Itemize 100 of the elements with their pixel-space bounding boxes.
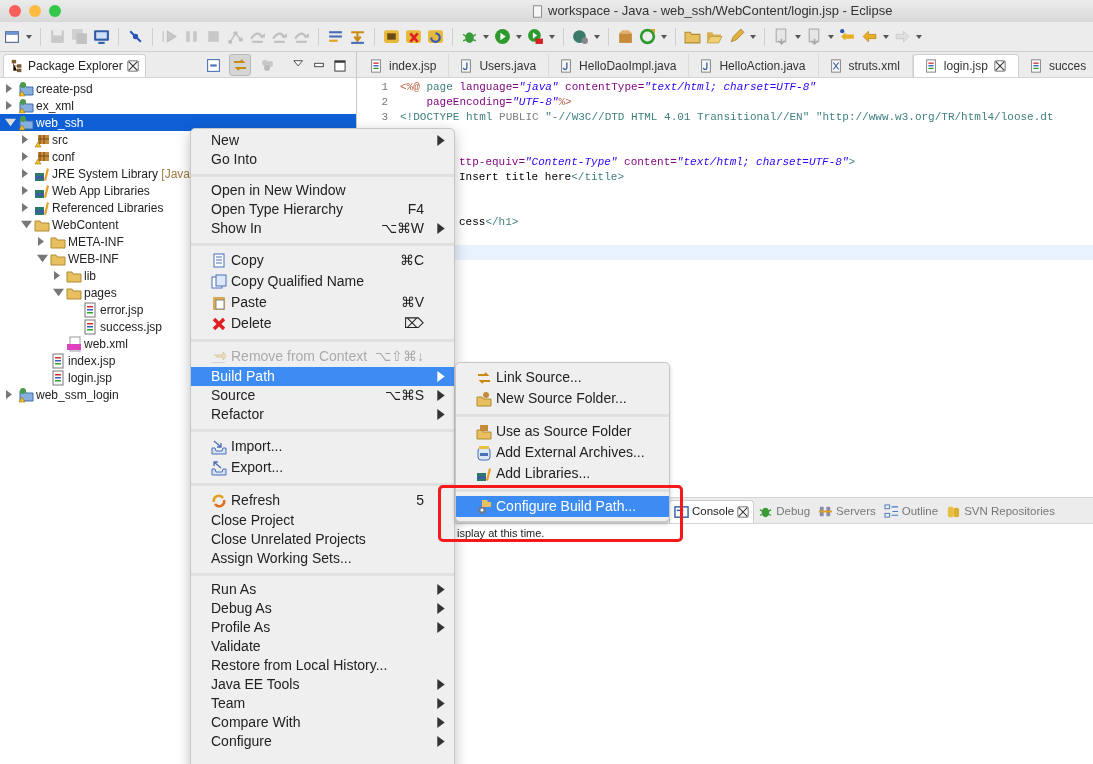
menu-item[interactable]: Source ⌥⌘S: [191, 386, 454, 405]
nodes-icon[interactable]: [227, 28, 244, 45]
menu-item[interactable]: Restore from Local History...: [191, 656, 454, 675]
menu-item[interactable]: Compare With: [191, 713, 454, 732]
code-line: Insert title here</title>: [459, 170, 625, 185]
books-icon: [34, 182, 50, 199]
folder-icon: [18, 114, 34, 131]
menu-item[interactable]: Close Project: [191, 511, 454, 530]
expand-arrow-icon[interactable]: [37, 254, 48, 263]
caret-icon[interactable]: [828, 34, 834, 39]
expand-arrow-icon[interactable]: [53, 288, 64, 297]
gear-icon: [476, 498, 492, 515]
console-message: isplay at this time.: [457, 527, 545, 539]
tile-stop-icon[interactable]: [405, 28, 422, 45]
caret-icon[interactable]: [916, 34, 922, 39]
cylinders-icon: [946, 504, 962, 519]
close-icon[interactable]: [993, 60, 1006, 72]
link-toggle[interactable]: [229, 54, 251, 76]
new-window-icon[interactable]: [4, 28, 21, 45]
tree-item[interactable]: create-psd: [0, 80, 356, 97]
collapse-all-icon[interactable]: [206, 57, 221, 73]
line-number: 3: [380, 110, 388, 125]
link-icon: [232, 57, 248, 73]
file-icon: [828, 58, 843, 73]
maximize-icon[interactable]: [333, 58, 346, 72]
file-icon: [699, 58, 714, 73]
close-icon[interactable]: [126, 60, 139, 72]
outline-icon: [883, 504, 899, 519]
folder-icon: [476, 423, 492, 440]
panel-tab[interactable]: Debug: [754, 500, 815, 523]
menu-item[interactable]: Open Type Hierarchy F4: [191, 200, 454, 219]
menu-item[interactable]: Add Libraries...: [456, 463, 669, 484]
file-icon: [50, 369, 66, 386]
link-icon: [476, 369, 492, 386]
menu-item[interactable]: Profile As: [191, 618, 454, 637]
caret-icon[interactable]: [26, 34, 32, 39]
menu-item[interactable]: Close Unrelated Projects: [191, 530, 454, 549]
tile-icon[interactable]: [383, 28, 400, 45]
editor-tab[interactable]: Users.java: [449, 54, 550, 77]
file-icon: [82, 318, 98, 335]
menu-item[interactable]: Link Source...: [456, 367, 669, 388]
globe-icon[interactable]: [572, 28, 589, 45]
menu-item[interactable]: Add External Archives...: [456, 442, 669, 463]
menu-item[interactable]: Import...: [191, 436, 454, 457]
menu-item[interactable]: Refresh 5: [191, 490, 454, 511]
menu-item[interactable]: New Source Folder...: [456, 388, 669, 409]
run-icon[interactable]: [494, 28, 511, 45]
menu-item[interactable]: Java EE Tools: [191, 675, 454, 694]
tile-refresh-icon[interactable]: [427, 28, 444, 45]
list-icon[interactable]: [327, 28, 344, 45]
menu-item[interactable]: Validate: [191, 637, 454, 656]
caret-icon[interactable]: [483, 34, 489, 39]
expand-arrow-icon[interactable]: [21, 220, 32, 229]
expand-arrow-icon[interactable]: [5, 118, 16, 127]
menu-item[interactable]: Paste ⌘V: [191, 292, 454, 313]
monitor-icon[interactable]: [93, 28, 110, 45]
refresh-icon[interactable]: [639, 28, 656, 45]
menu-item[interactable]: New: [191, 131, 454, 150]
panel-tab[interactable]: Servers: [814, 500, 880, 523]
close-icon[interactable]: [737, 506, 750, 518]
menu-item[interactable]: Refactor: [191, 405, 454, 424]
menu-item[interactable]: Assign Working Sets...: [191, 549, 454, 568]
editor-tab[interactable]: succes: [1018, 54, 1093, 77]
slash-icon[interactable]: [127, 28, 144, 45]
menu-item[interactable]: Use as Source Folder: [456, 421, 669, 442]
editor-tab[interactable]: login.jsp: [912, 54, 1019, 77]
menu-item[interactable]: Export...: [191, 457, 454, 478]
menu-item[interactable]: Delete ⌦: [191, 313, 454, 334]
caret-icon[interactable]: [594, 34, 600, 39]
editor-tab[interactable]: index.jsp: [359, 54, 450, 77]
package-icon[interactable]: [617, 28, 634, 45]
panel-tab[interactable]: SVN Repositories: [942, 500, 1059, 523]
view-tab[interactable]: Package Explorer: [3, 54, 146, 77]
caret-icon[interactable]: [549, 34, 555, 39]
menu-item[interactable]: Open in New Window: [191, 181, 454, 200]
caret-icon[interactable]: [750, 34, 756, 39]
menu-item[interactable]: Copy ⌘C: [191, 250, 454, 271]
arrow-down-icon[interactable]: [349, 28, 366, 45]
file-icon: [559, 58, 574, 73]
run-tool-icon[interactable]: [527, 28, 544, 45]
menu-item[interactable]: Debug As: [191, 599, 454, 618]
editor-tab[interactable]: HelloDaoImpl.java: [549, 54, 690, 77]
panel-tab[interactable]: Console: [669, 500, 755, 523]
caret-icon[interactable]: [883, 34, 889, 39]
caret-icon[interactable]: [516, 34, 522, 39]
code-line: pageEncoding="UTF-8"%>: [425, 95, 572, 110]
menu-item[interactable]: Configure: [191, 732, 454, 751]
menu-item[interactable]: Copy Qualified Name: [191, 271, 454, 292]
tree-item[interactable]: ex_xml: [0, 97, 356, 114]
editor-tab[interactable]: struts.xml: [818, 54, 913, 77]
clipboard-icon: [211, 294, 227, 311]
pencil-icon[interactable]: [728, 28, 745, 45]
panel-tab[interactable]: Outline: [879, 500, 943, 523]
caret-icon[interactable]: [661, 34, 667, 39]
close-button[interactable]: [9, 5, 21, 17]
hierarchy-icon: [10, 59, 24, 73]
menu-item[interactable]: Team: [191, 694, 454, 713]
editor-tab[interactable]: HelloAction.java: [689, 54, 819, 77]
caret-icon[interactable]: [795, 34, 801, 39]
menu-item[interactable]: Run As: [191, 580, 454, 599]
